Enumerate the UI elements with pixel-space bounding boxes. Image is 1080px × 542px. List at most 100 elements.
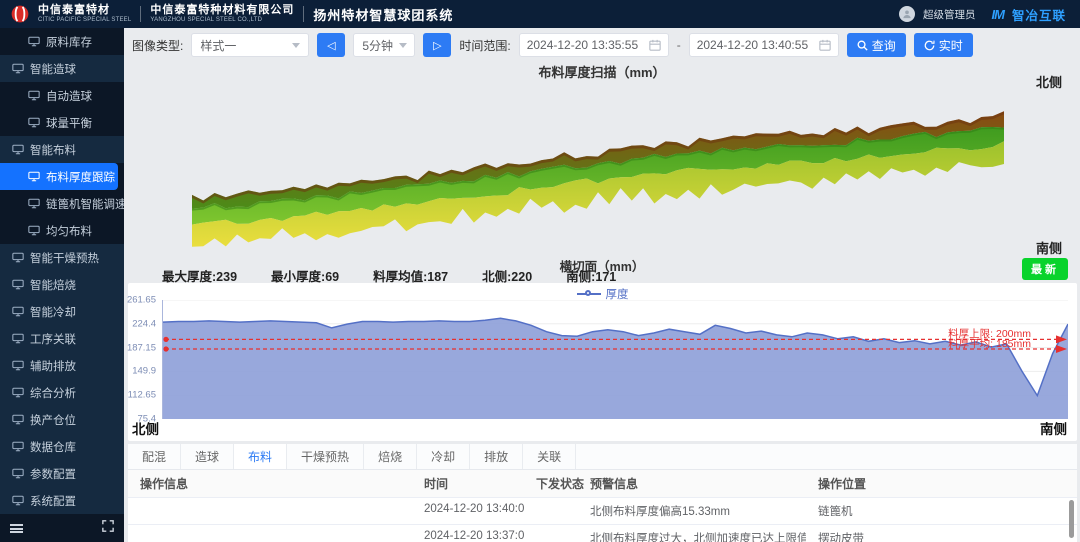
interval-select[interactable]: 5分钟 [353, 33, 415, 57]
sidebar-item-智能焙烧[interactable]: 智能焙烧 [0, 271, 124, 298]
monitor-icon [12, 495, 24, 506]
table-cell: 2024-12-20 13:40:00 [412, 498, 524, 524]
table-cell: 北侧布料厚度偏高15.33mm [578, 498, 806, 524]
sidebar-item-智能干燥预热[interactable]: 智能干燥预热 [0, 244, 124, 271]
y-tick-112.65: 112.65 [128, 390, 156, 401]
sidebar-item-数据仓库[interactable]: 数据仓库 [0, 433, 124, 460]
sidebar-item-系统配置[interactable]: 系统配置 [0, 487, 124, 514]
collapse-menu-icon[interactable] [10, 524, 23, 533]
sidebar-item-label: 数据仓库 [30, 439, 76, 455]
interval-value: 5分钟 [362, 37, 393, 54]
realtime-button[interactable]: 实时 [914, 33, 973, 57]
sidebar-item-智能冷却[interactable]: 智能冷却 [0, 298, 124, 325]
sidebar-item-label: 辅助排放 [30, 358, 76, 374]
tab-干燥预热[interactable]: 干燥预热 [287, 444, 364, 469]
time-range-label: 时间范围: [459, 37, 510, 54]
image-type-label: 图像类型: [132, 37, 183, 54]
sidebar-item-label: 系统配置 [30, 493, 76, 509]
thickness-3d-surface[interactable] [168, 84, 1028, 256]
sidebar-item-label: 智能焙烧 [30, 277, 76, 293]
sidebar-item-自动造球[interactable]: 自动造球 [0, 82, 124, 109]
monitor-icon [28, 36, 40, 47]
sidebar-item-球量平衡[interactable]: 球量平衡 [0, 109, 124, 136]
fullscreen-icon[interactable] [102, 519, 114, 537]
sidebar-item-原料库存[interactable]: 原料库存 [0, 28, 124, 55]
column-header-预警信息: 预警信息 [578, 470, 806, 497]
time-to-input[interactable]: 2024-12-20 13:40:55 [689, 33, 839, 57]
sidebar-item-智能造球[interactable]: 智能造球 [0, 55, 124, 82]
sidebar-item-参数配置[interactable]: 参数配置 [0, 460, 124, 487]
column-header-下发状态: 下发状态 [524, 470, 578, 497]
tab-排放[interactable]: 排放 [470, 444, 523, 469]
calendar-icon [819, 39, 831, 51]
tab-配混[interactable]: 配混 [128, 444, 181, 469]
sidebar-item-链篦机智能调速[interactable]: 链篦机智能调速 [0, 190, 124, 217]
table-scrollbar[interactable] [1069, 500, 1074, 538]
tab-冷却[interactable]: 冷却 [417, 444, 470, 469]
sidebar-item-label: 智能造球 [30, 61, 76, 77]
table-row[interactable]: 2024-12-20 13:37:00北侧布料厚度过大，北侧加速度已达上限值，不… [128, 525, 1077, 542]
brand-primary: 中信泰富特材 CITIC PACIFIC SPECIAL STEEL [38, 5, 131, 23]
table-cell: 北侧布料厚度过大，北侧加速度已达上限值，不再增速 [578, 525, 806, 542]
header-divider [303, 6, 304, 22]
time-from-value: 2024-12-20 13:35:55 [527, 38, 638, 52]
monitor-icon [12, 441, 24, 452]
y-tick-261.65: 261.65 [127, 295, 156, 306]
sidebar-item-label: 综合分析 [30, 385, 76, 401]
table-cell [524, 498, 578, 524]
table-cell [128, 498, 412, 524]
column-header-操作信息: 操作信息 [128, 470, 412, 497]
tab-关联[interactable]: 关联 [523, 444, 576, 469]
tab-焙烧[interactable]: 焙烧 [364, 444, 417, 469]
step-forward-button[interactable]: ▷ [423, 33, 451, 57]
user-name[interactable]: 超级管理员 [923, 7, 976, 22]
user-avatar[interactable] [899, 6, 915, 22]
y-tick-149.9: 149.9 [132, 366, 156, 377]
monitor-icon [12, 306, 24, 317]
monitor-icon [12, 414, 24, 425]
table-body: 2024-12-20 13:40:00北侧布料厚度偏高15.33mm链篦机202… [128, 498, 1077, 542]
time-to-value: 2024-12-20 13:40:55 [697, 38, 808, 52]
sidebar-item-换产仓位[interactable]: 换产仓位 [0, 406, 124, 433]
calendar-icon [649, 39, 661, 51]
column-header-操作位置: 操作位置 [806, 470, 1077, 497]
sidebar-item-辅助排放[interactable]: 辅助排放 [0, 352, 124, 379]
chevron-down-icon [399, 43, 407, 48]
sidebar-item-label: 参数配置 [30, 466, 76, 482]
monitor-icon [28, 225, 40, 236]
time-from-input[interactable]: 2024-12-20 13:35:55 [519, 33, 669, 57]
y-tick-224.4: 224.4 [132, 318, 156, 329]
sidebar-item-工序关联[interactable]: 工序关联 [0, 325, 124, 352]
sidebar-item-综合分析[interactable]: 综合分析 [0, 379, 124, 406]
table-row[interactable]: 2024-12-20 13:40:00北侧布料厚度偏高15.33mm链篦机 [128, 498, 1077, 525]
sidebar-item-均匀布料[interactable]: 均匀布料 [0, 217, 124, 244]
brand-primary-en: CITIC PACIFIC SPECIAL STEEL [38, 17, 131, 23]
tab-造球[interactable]: 造球 [181, 444, 234, 469]
tab-布料[interactable]: 布料 [234, 444, 287, 469]
thickness-plot-area[interactable] [162, 300, 1067, 419]
latest-button[interactable]: 最新 [1022, 258, 1068, 280]
sidebar-item-label: 链篦机智能调速 [46, 196, 124, 212]
image-type-select[interactable]: 样式一 [191, 33, 309, 57]
process-tabs: 配混造球布料干燥预热焙烧冷却排放关联 [128, 444, 1077, 470]
bottom-panel: 配混造球布料干燥预热焙烧冷却排放关联 操作信息时间下发状态预警信息操作位置 20… [128, 444, 1077, 542]
monitor-icon [28, 90, 40, 101]
sidebar-item-布料厚度跟踪[interactable]: 布料厚度跟踪 [0, 163, 118, 190]
app-root: 中信泰富特材 CITIC PACIFIC SPECIAL STEEL 中信泰富特… [0, 0, 1080, 542]
brand-primary-cn: 中信泰富特材 [38, 5, 131, 17]
monitor-icon [28, 117, 40, 128]
query-button[interactable]: 查询 [847, 33, 906, 57]
step-back-button[interactable]: ◁ [317, 33, 345, 57]
refline-label-mean: 料厚平均: 185mm [948, 336, 1031, 351]
sidebar-item-label: 智能布料 [30, 142, 76, 158]
image-type-value: 样式一 [200, 37, 236, 54]
y-tick-187.15: 187.15 [127, 342, 156, 353]
monitor-icon [12, 63, 24, 74]
sidebar-item-智能布料[interactable]: 智能布料 [0, 136, 124, 163]
system-title: 扬州特材智慧球团系统 [313, 5, 453, 24]
monitor-icon [12, 333, 24, 344]
sidebar-item-label: 智能冷却 [30, 304, 76, 320]
cross-section-chart-card: 厚度 261.65224.4187.15149.9112.6575.4 北侧 南… [128, 283, 1077, 441]
sidebar-item-label: 均匀布料 [46, 223, 92, 239]
vendor-logo-icon: IM [992, 7, 1004, 22]
